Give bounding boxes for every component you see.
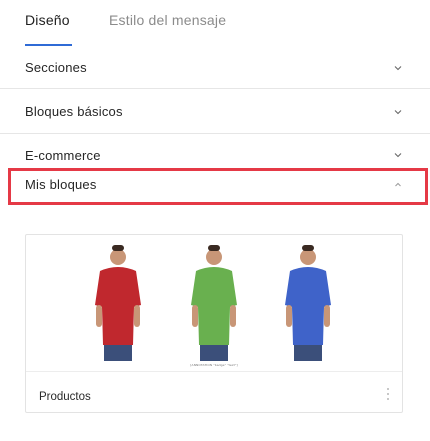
section-label: Secciones <box>25 60 87 75</box>
chevron-down-icon <box>393 107 403 117</box>
green-shirt-icon <box>191 245 237 361</box>
tab-diseno[interactable]: Diseño <box>25 12 70 28</box>
block-card-footer: Productos <box>26 371 402 413</box>
block-preview: [ANNOTATION "badge" "text"] <box>26 235 402 371</box>
kebab-menu-icon[interactable] <box>386 388 390 402</box>
red-shirt-icon <box>95 245 141 361</box>
section-label: E-commerce <box>25 148 101 163</box>
section-secciones[interactable]: Secciones <box>0 46 430 89</box>
section-bloques-basicos[interactable]: Bloques básicos <box>0 89 430 134</box>
blue-shirt-icon <box>285 245 331 361</box>
section-mis-bloques[interactable]: Mis bloques <box>11 171 425 202</box>
preview-caption: [ANNOTATION "badge" "text"] <box>190 363 238 367</box>
section-label: Mis bloques <box>25 177 97 192</box>
block-title: Productos <box>39 391 91 403</box>
section-label: Bloques básicos <box>25 104 123 119</box>
chevron-down-icon <box>393 150 403 160</box>
chevron-down-icon <box>393 63 403 73</box>
tab-estilo-del-mensaje[interactable]: Estilo del mensaje <box>109 12 226 28</box>
chevron-up-icon <box>393 180 403 190</box>
section-e-commerce[interactable]: E-commerce <box>0 134 430 168</box>
editor-tabs: Diseño Estilo del mensaje <box>0 0 430 46</box>
block-card-productos[interactable]: [ANNOTATION "badge" "text"] Productos <box>25 234 403 413</box>
